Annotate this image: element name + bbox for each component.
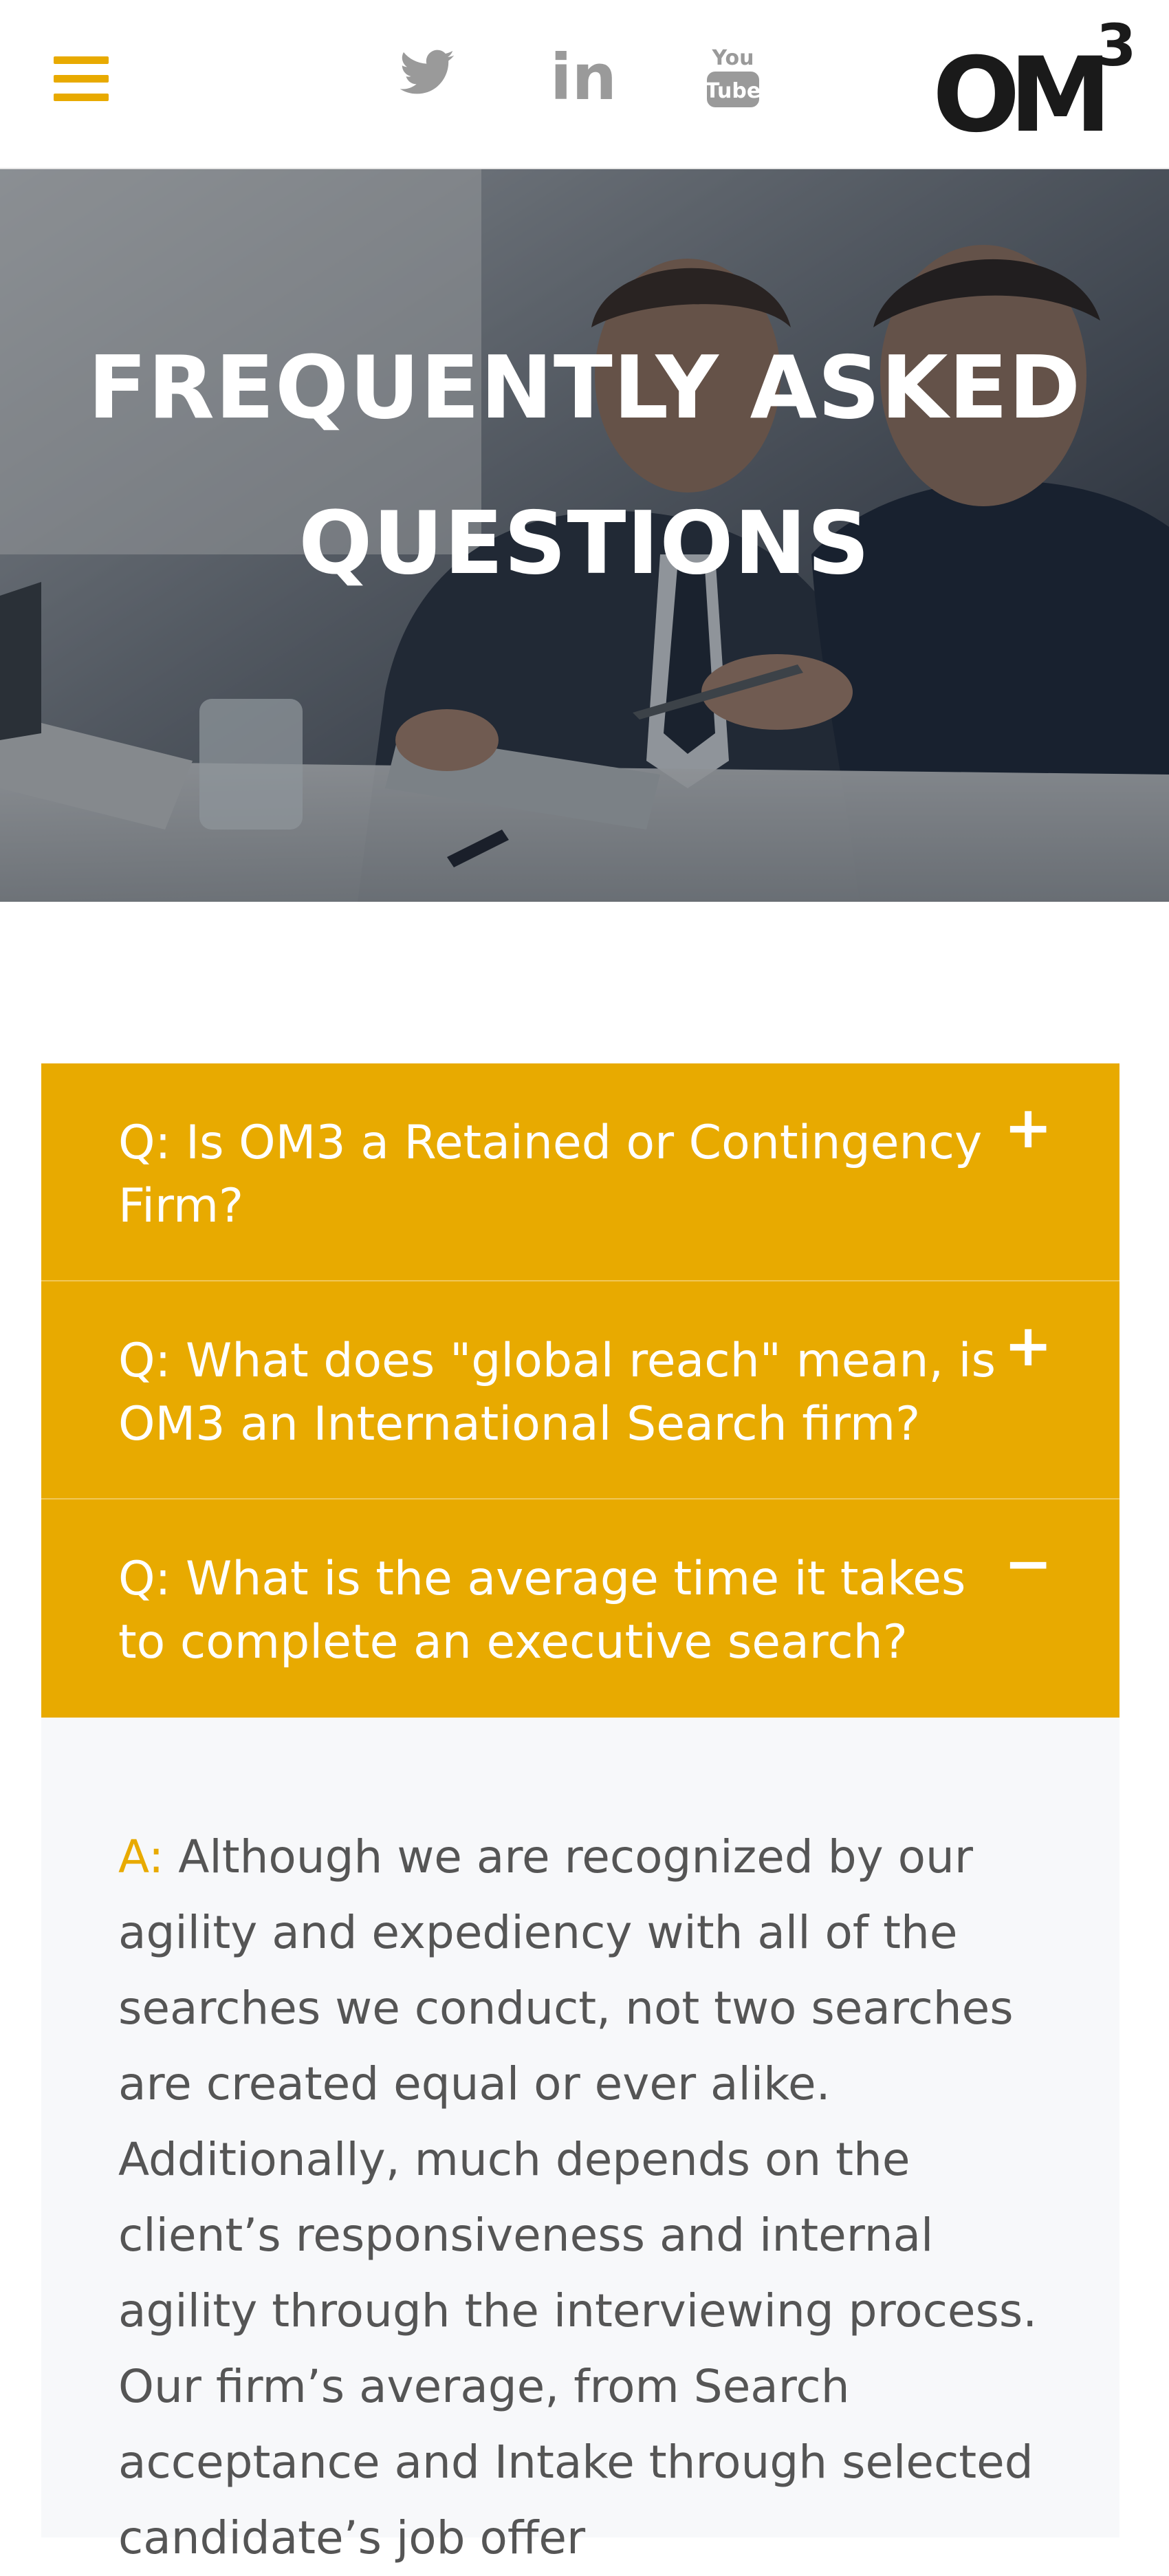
faq-item-average-search-time[interactable]: Q: What is the average time it takes to … [41, 1500, 1119, 1718]
plus-icon[interactable]: + [1004, 1098, 1052, 1156]
faq-question: Q: Is OM3 a Retained or Contingency Firm… [118, 1116, 983, 1233]
minus-icon[interactable]: − [1004, 1535, 1052, 1592]
hamburger-menu-icon[interactable] [54, 56, 109, 102]
page-title-line-1: FREQUENTLY ASKED [87, 337, 1082, 438]
faq-question: Q: What is the average time it takes to … [118, 1552, 966, 1669]
faq-item-retained-or-contingency[interactable]: Q: Is OM3 a Retained or Contingency Firm… [41, 1063, 1119, 1281]
om3-logo[interactable]: OM 3 [932, 17, 1139, 147]
youtube-icon[interactable]: You Tube [706, 44, 761, 113]
page-title-line-2: QUESTIONS [298, 493, 871, 594]
linkedin-icon[interactable]: in [550, 44, 612, 106]
faq-answer: A: Although we are recognized by our agi… [118, 1819, 1081, 2576]
site-header: in You Tube OM 3 [0, 0, 1169, 169]
youtube-icon-top-text: You [712, 46, 754, 70]
linkedin-icon-text: in [550, 44, 612, 106]
youtube-icon-bottom-text: Tube [706, 79, 761, 103]
twitter-icon[interactable] [397, 44, 457, 103]
plus-icon[interactable]: + [1004, 1317, 1052, 1374]
answer-prefix: A: [118, 1830, 164, 1883]
logo-superscript: 3 [1096, 12, 1137, 79]
faq-question: Q: What does "global reach" mean, is OM3… [118, 1334, 996, 1451]
page-title: FREQUENTLY ASKED QUESTIONS [0, 310, 1169, 621]
answer-body: Although we are recognized by our agilit… [118, 1830, 1067, 2564]
faq-accordion: Q: Is OM3 a Retained or Contingency Firm… [41, 1063, 1119, 1718]
faq-item-global-reach[interactable]: Q: What does "global reach" mean, is OM3… [41, 1281, 1119, 1500]
faq-answer-panel: A: Although we are recognized by our agi… [41, 1718, 1119, 2564]
hero-banner: FREQUENTLY ASKED QUESTIONS [0, 169, 1169, 902]
logo-main-text: OM [932, 36, 1112, 155]
